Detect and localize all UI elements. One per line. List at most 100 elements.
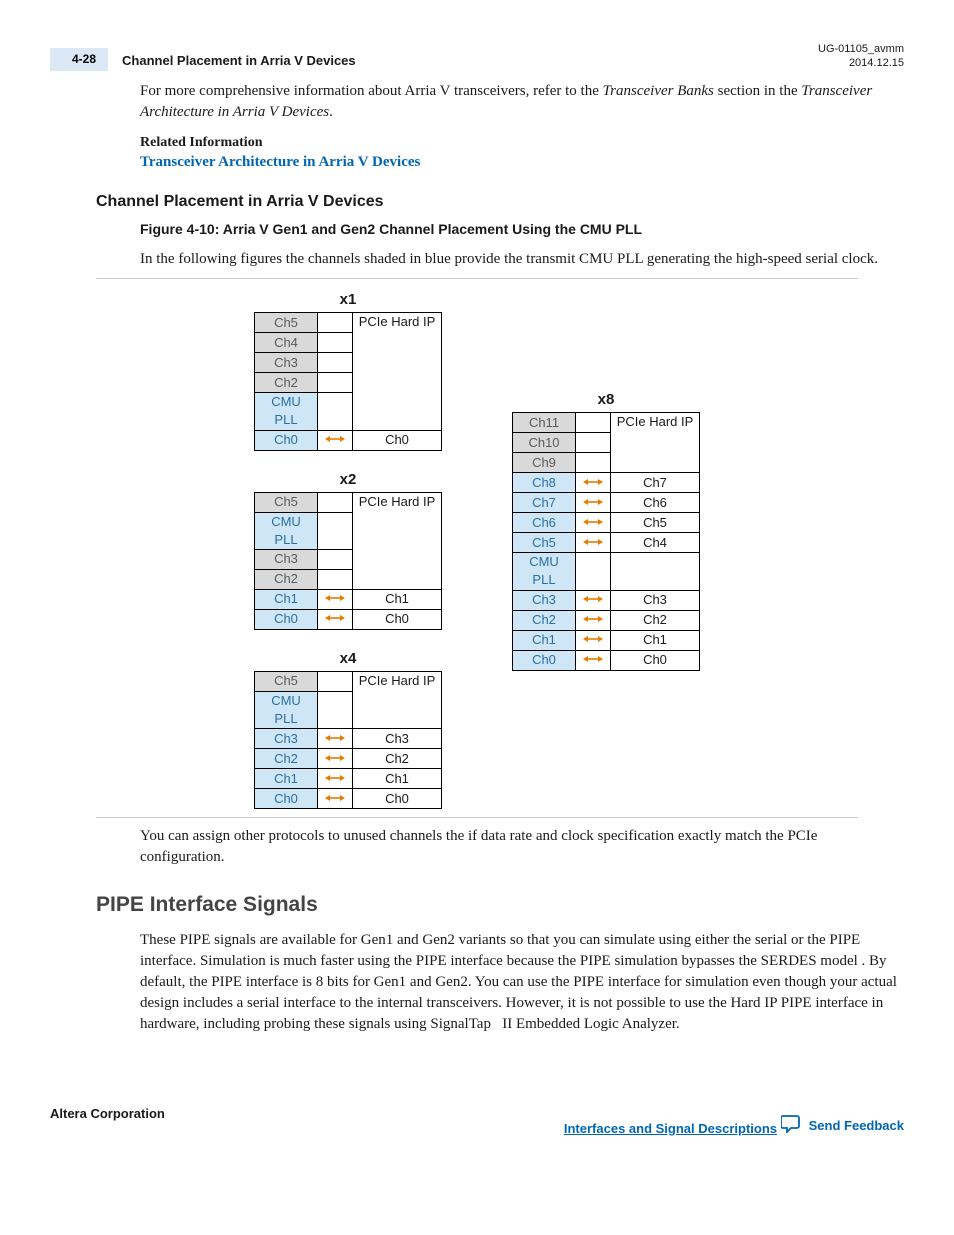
map-cell: Ch3: [611, 590, 700, 610]
spacer-cell: [318, 569, 353, 589]
spacer-cell: [576, 433, 611, 453]
channel-cell: Ch1: [513, 630, 576, 650]
fig-title: x2: [254, 469, 442, 490]
spacer-cell: [576, 553, 611, 590]
arrow-icon: [325, 593, 345, 603]
map-cell: Ch0: [353, 789, 442, 809]
intro-italic-1: Transceiver Banks: [603, 83, 714, 99]
spacer-cell: [318, 691, 353, 728]
footer-right: Interfaces and Signal Descriptions Send …: [564, 1105, 904, 1138]
map-cell: Ch1: [353, 589, 442, 609]
post-figure-paragraph: You can assign other protocols to unused…: [140, 826, 900, 868]
arrow-cell: [318, 430, 353, 450]
table-row: Ch0 Ch0: [255, 789, 442, 809]
map-cell: Ch2: [353, 749, 442, 769]
spacer-cell: [576, 453, 611, 473]
arrow-icon: [325, 434, 345, 444]
arrow-icon: [583, 614, 603, 624]
feedback-label: Send Feedback: [809, 1117, 904, 1135]
spacer-cell: [318, 512, 353, 549]
arrow-cell: [576, 493, 611, 513]
channel-cell: Ch3: [255, 729, 318, 749]
doc-date: 2014.12.15: [849, 57, 904, 69]
channel-cell: Ch2: [255, 569, 318, 589]
channel-cell: Ch5: [255, 492, 318, 512]
divider: [96, 817, 858, 818]
arrow-icon: [583, 537, 603, 547]
table-row: Ch5PCIe Hard IP: [255, 671, 442, 691]
channel-cell: Ch11: [513, 413, 576, 433]
channel-cell: Ch6: [513, 513, 576, 533]
figure-right-column: x8Ch11PCIe Hard IPCh10Ch9Ch8Ch7Ch7Ch6Ch6…: [512, 289, 700, 809]
channel-table: Ch11PCIe Hard IPCh10Ch9Ch8Ch7Ch7Ch6Ch6Ch…: [512, 412, 700, 670]
map-cell: Ch0: [353, 609, 442, 629]
arrow-icon: [325, 773, 345, 783]
spacer-cell: [318, 373, 353, 393]
channel-cell: Ch8: [513, 473, 576, 493]
channel-cell: Ch2: [513, 610, 576, 630]
page-number-badge: 4-28: [50, 48, 108, 71]
table-row: Ch0 Ch0: [255, 609, 442, 629]
table-row: Ch2Ch2: [513, 610, 700, 630]
related-info-block: Related Information Transceiver Architec…: [140, 133, 900, 174]
section-heading: Channel Placement in Arria V Devices: [96, 191, 904, 213]
table-row: Ch1Ch1: [255, 589, 442, 609]
arrow-icon: [325, 793, 345, 803]
arrow-cell: [318, 589, 353, 609]
arrow-cell: [318, 789, 353, 809]
table-row: Ch5Ch4: [513, 533, 700, 553]
channel-cell: CMU PLL: [513, 553, 576, 590]
page-header: 4-28 Channel Placement in Arria V Device…: [50, 42, 904, 71]
map-cell: Ch0: [611, 650, 700, 670]
footer-section-link[interactable]: Interfaces and Signal Descriptions: [564, 1121, 777, 1136]
fig-title: x1: [254, 289, 442, 310]
channel-cell: Ch5: [255, 671, 318, 691]
channel-cell: Ch10: [513, 433, 576, 453]
channel-cell: Ch0: [255, 430, 318, 450]
related-info-heading: Related Information: [140, 133, 900, 153]
map-cell: [611, 553, 700, 590]
map-cell: Ch4: [611, 533, 700, 553]
related-info-link[interactable]: Transceiver Architecture in Arria V Devi…: [140, 154, 420, 170]
feedback-icon: [781, 1115, 803, 1138]
channel-cell: Ch0: [255, 789, 318, 809]
fig-x8: x8Ch11PCIe Hard IPCh10Ch9Ch8Ch7Ch7Ch6Ch6…: [512, 389, 700, 670]
arrow-icon: [583, 634, 603, 644]
fig-x4: x4Ch5PCIe Hard IPCMU PLLCh3Ch3Ch2Ch2Ch1C…: [254, 648, 442, 809]
fig-title: x4: [254, 648, 442, 669]
fig-title: x8: [512, 389, 700, 410]
figure-intro: In the following figures the channels sh…: [140, 249, 900, 270]
channel-cell: Ch3: [513, 590, 576, 610]
arrow-cell: [576, 610, 611, 630]
spacer-cell: [318, 492, 353, 512]
pcie-hard-ip-cell: PCIe Hard IP: [353, 671, 442, 728]
arrow-icon: [583, 497, 603, 507]
spacer-cell: [318, 353, 353, 373]
channel-cell: CMU PLL: [255, 393, 318, 430]
pcie-hard-ip-cell: PCIe Hard IP: [353, 492, 442, 589]
channel-cell: Ch4: [255, 333, 318, 353]
channel-cell: Ch1: [255, 769, 318, 789]
intro-text-3: .: [329, 104, 333, 120]
arrow-cell: [318, 769, 353, 789]
table-row: Ch0Ch0: [255, 430, 442, 450]
figure-caption: Figure 4-10: Arria V Gen1 and Gen2 Chann…: [140, 220, 904, 240]
channel-cell: Ch3: [255, 353, 318, 373]
arrow-cell: [576, 590, 611, 610]
map-cell: Ch1: [611, 630, 700, 650]
doc-id: UG-01105_avmm: [818, 43, 904, 55]
table-row: Ch8Ch7: [513, 473, 700, 493]
channel-cell: Ch2: [255, 373, 318, 393]
arrow-icon: [583, 517, 603, 527]
intro-paragraph: For more comprehensive information about…: [140, 81, 900, 123]
arrow-cell: [318, 729, 353, 749]
arrow-cell: [318, 749, 353, 769]
channel-cell: Ch0: [255, 609, 318, 629]
table-row: Ch5PCIe Hard IP: [255, 492, 442, 512]
intro-text-1: For more comprehensive information about…: [140, 83, 603, 99]
send-feedback-link[interactable]: Send Feedback: [781, 1115, 904, 1138]
arrow-icon: [583, 594, 603, 604]
arrow-icon: [583, 477, 603, 487]
table-row: Ch5PCIe Hard IP: [255, 313, 442, 333]
arrow-cell: [576, 650, 611, 670]
